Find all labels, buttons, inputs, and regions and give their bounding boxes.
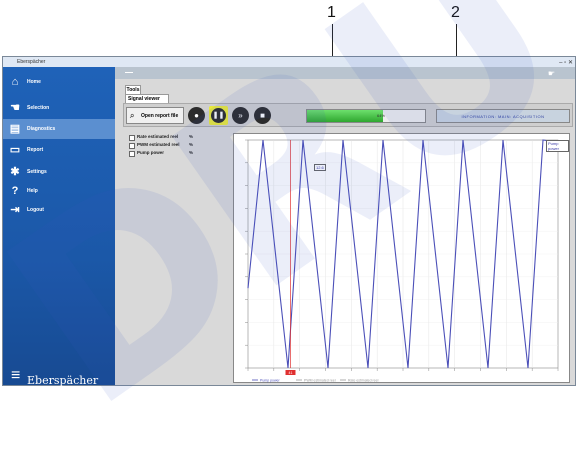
chart-svg: 41 Pump power PWM estimated reel Rate estim… bbox=[245, 139, 559, 383]
logo: ≡ Eberspächer bbox=[11, 367, 111, 389]
sidebar-item-label: Selection bbox=[27, 105, 50, 111]
sidebar-item-diagnostics[interactable]: ▤ Diagnostics bbox=[3, 119, 115, 139]
diagnostics-icon: ▤ bbox=[9, 123, 21, 135]
report-icon: ▭ bbox=[9, 144, 21, 156]
fast-forward-button[interactable]: » bbox=[232, 107, 249, 124]
signal-name: PWM estimated reel bbox=[137, 142, 180, 147]
toolbar: ⌕ Open report file ● ❚❚ » ■ 64% INFORMAT… bbox=[123, 103, 573, 127]
top-band: ☛ bbox=[115, 67, 575, 79]
hand-icon: ☚ bbox=[10, 102, 20, 114]
signal-unit: % bbox=[189, 142, 194, 147]
magnifier-icon: ⌕ bbox=[130, 111, 135, 120]
legend-item-label: Pump power bbox=[260, 379, 280, 383]
record-icon: ● bbox=[194, 111, 199, 120]
cursor-marker-label: 41 bbox=[289, 371, 293, 375]
sidebar-item-settings[interactable]: ✱ Settings bbox=[3, 162, 115, 182]
signal-list: Rate estimated reel% PWM estimated reel% P… bbox=[129, 133, 229, 157]
progress-text: 64% bbox=[376, 113, 385, 118]
signal-unit: % bbox=[189, 150, 194, 155]
drag-handle[interactable] bbox=[125, 72, 133, 73]
sidebar-item-label: Settings bbox=[27, 169, 47, 175]
cursor-label: 12.6 bbox=[314, 164, 326, 171]
home-icon: ⌂ bbox=[11, 76, 19, 88]
sidebar-item-help[interactable]: ? Help bbox=[3, 181, 115, 201]
signal-row[interactable]: Pump power% bbox=[129, 149, 229, 157]
sidebar-item-home[interactable]: ⌂ Home bbox=[3, 72, 115, 92]
signal-chart[interactable]: 41 Pump power PWM estimated reel Rate estim… bbox=[233, 133, 570, 383]
logo-text: Eberspächer bbox=[27, 374, 99, 387]
callout-1: 1 bbox=[327, 4, 336, 21]
sidebar-item-label: Report bbox=[27, 147, 44, 153]
record-button[interactable]: ● bbox=[188, 107, 205, 124]
window-title: Eberspächer bbox=[17, 59, 46, 65]
logo-mark-icon: ≡ bbox=[11, 367, 21, 384]
pause-button[interactable]: ❚❚ bbox=[209, 106, 228, 125]
open-report-button[interactable]: ⌕ Open report file bbox=[126, 107, 184, 124]
signal-name: Pump power bbox=[137, 150, 165, 155]
legend-item-label: PWM estimated reel bbox=[304, 379, 336, 383]
progress-bar: 64% bbox=[306, 109, 426, 123]
sidebar-item-label: Home bbox=[27, 79, 41, 85]
title-bar: Eberspächer – ▫ ✕ bbox=[3, 57, 575, 67]
signal-unit: % bbox=[189, 134, 194, 139]
corner-label: Pump power bbox=[546, 140, 569, 152]
pointer-icon: ☛ bbox=[547, 69, 555, 78]
main-area: ☛ Tools Signal viewer ⌕ Open report file… bbox=[115, 67, 575, 385]
gear-icon: ✱ bbox=[10, 166, 20, 178]
signal-checkbox[interactable] bbox=[129, 151, 135, 157]
progress-fill bbox=[307, 110, 383, 122]
help-icon: ? bbox=[11, 185, 19, 197]
fast-forward-icon: » bbox=[238, 111, 243, 120]
stop-button[interactable]: ■ bbox=[254, 107, 271, 124]
sidebar-item-selection[interactable]: ☚ Selection bbox=[3, 98, 115, 118]
app-window: Eberspächer – ▫ ✕ ≡ Eberspächer ⌂ Home ☚ Se… bbox=[2, 56, 576, 387]
logout-icon: ⇥ bbox=[10, 204, 20, 216]
sidebar: ≡ Eberspächer ⌂ Home ☚ Selection ▤ Diagnostic… bbox=[3, 67, 115, 387]
sidebar-item-label: Diagnostics bbox=[27, 126, 56, 132]
signal-row[interactable]: Rate estimated reel% bbox=[129, 133, 229, 141]
pause-icon: ❚❚ bbox=[211, 108, 226, 123]
stop-icon: ■ bbox=[260, 111, 265, 120]
open-report-label: Open report file bbox=[141, 113, 179, 119]
signal-name: Rate estimated reel bbox=[137, 134, 179, 139]
status-field: INFORMATION: MAIN: ACQUISITION bbox=[436, 109, 570, 123]
sidebar-item-logout[interactable]: ⇥ Logout bbox=[3, 200, 115, 220]
sidebar-item-label: Logout bbox=[27, 207, 44, 213]
sidebar-item-label: Help bbox=[27, 188, 38, 194]
sidebar-item-report[interactable]: ▭ Report bbox=[3, 140, 115, 160]
legend-item-label: Rate estimated reel bbox=[348, 379, 379, 383]
signal-row[interactable]: PWM estimated reel% bbox=[129, 141, 229, 149]
callout-2: 2 bbox=[451, 4, 460, 21]
